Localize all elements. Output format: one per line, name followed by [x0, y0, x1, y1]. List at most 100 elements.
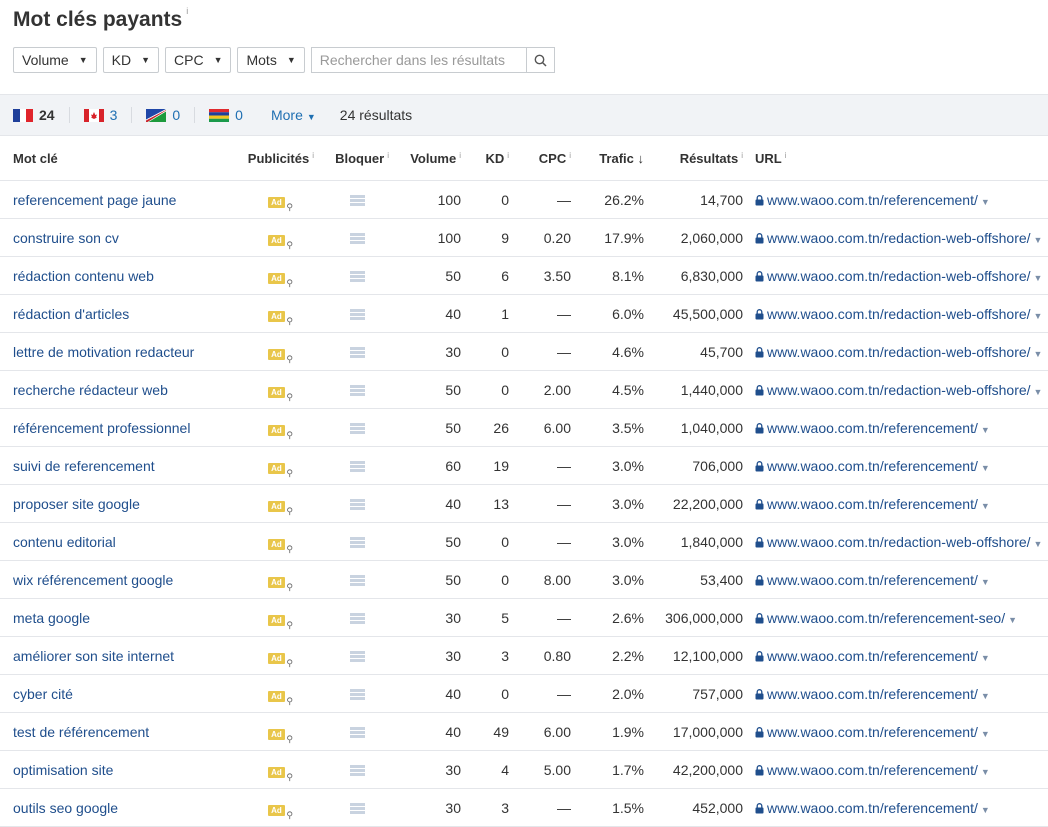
url-link[interactable]: www.waoo.com.tn/referencement/ — [767, 572, 978, 588]
info-icon[interactable]: i — [741, 151, 743, 160]
country-filter-na[interactable]: 0 — [146, 107, 196, 123]
caret-down-icon[interactable]: ▼ — [981, 501, 990, 511]
keyword-link[interactable]: rédaction d'articles — [13, 306, 129, 322]
block-list-icon[interactable] — [350, 613, 365, 625]
block-list-icon[interactable] — [350, 765, 365, 777]
keyword-link[interactable]: referencement page jaune — [13, 192, 176, 208]
url-link[interactable]: www.waoo.com.tn/redaction-web-offshore/ — [767, 230, 1031, 246]
search-input[interactable] — [310, 47, 526, 73]
caret-down-icon[interactable]: ▼ — [981, 767, 990, 777]
search-button[interactable] — [525, 47, 555, 73]
more-countries-button[interactable]: More ▼ — [271, 107, 316, 123]
ad-badge-icon[interactable]: Ad ⚲ — [268, 196, 293, 212]
block-list-icon[interactable] — [350, 803, 365, 815]
keyword-link[interactable]: contenu editorial — [13, 534, 116, 550]
info-icon[interactable]: i — [186, 6, 188, 16]
keyword-link[interactable]: recherche rédacteur web — [13, 382, 168, 398]
keyword-link[interactable]: améliorer son site internet — [13, 648, 174, 664]
caret-down-icon[interactable]: ▼ — [981, 463, 990, 473]
block-list-icon[interactable] — [350, 689, 365, 701]
ad-badge-icon[interactable]: Ad ⚲ — [268, 310, 293, 326]
caret-down-icon[interactable]: ▼ — [981, 197, 990, 207]
keyword-link[interactable]: suivi de referencement — [13, 458, 155, 474]
keyword-link[interactable]: construire son cv — [13, 230, 119, 246]
keyword-link[interactable]: test de référencement — [13, 724, 149, 740]
info-icon[interactable]: i — [569, 151, 571, 160]
ad-badge-icon[interactable]: Ad ⚲ — [268, 386, 293, 402]
column-header-volume[interactable]: Volume i — [395, 136, 467, 181]
ad-badge-icon[interactable]: Ad ⚲ — [268, 804, 293, 820]
url-link[interactable]: www.waoo.com.tn/referencement/ — [767, 686, 978, 702]
ad-badge-icon[interactable]: Ad ⚲ — [268, 234, 293, 250]
info-icon[interactable]: i — [459, 151, 461, 160]
block-list-icon[interactable] — [350, 499, 365, 511]
keyword-link[interactable]: wix référencement google — [13, 572, 173, 588]
block-list-icon[interactable] — [350, 651, 365, 663]
column-header-keyword[interactable]: Mot clé — [0, 136, 233, 181]
keyword-link[interactable]: meta google — [13, 610, 90, 626]
ad-badge-icon[interactable]: Ad ⚲ — [268, 462, 293, 478]
block-list-icon[interactable] — [350, 347, 365, 359]
caret-down-icon[interactable]: ▼ — [981, 805, 990, 815]
block-list-icon[interactable] — [350, 385, 365, 397]
block-list-icon[interactable] — [350, 727, 365, 739]
url-link[interactable]: www.waoo.com.tn/redaction-web-offshore/ — [767, 534, 1031, 550]
ad-badge-icon[interactable]: Ad ⚲ — [268, 576, 293, 592]
url-link[interactable]: www.waoo.com.tn/redaction-web-offshore/ — [767, 306, 1031, 322]
keyword-link[interactable]: référencement professionnel — [13, 420, 190, 436]
url-link[interactable]: www.waoo.com.tn/referencement/ — [767, 420, 978, 436]
caret-down-icon[interactable]: ▼ — [1008, 615, 1017, 625]
info-icon[interactable]: i — [387, 151, 389, 160]
ad-badge-icon[interactable]: Ad ⚲ — [268, 424, 293, 440]
caret-down-icon[interactable]: ▼ — [1034, 539, 1043, 549]
caret-down-icon[interactable]: ▼ — [1034, 349, 1043, 359]
ad-badge-icon[interactable]: Ad ⚲ — [268, 272, 293, 288]
url-link[interactable]: www.waoo.com.tn/referencement/ — [767, 800, 978, 816]
country-filter-ca[interactable]: 3 — [83, 107, 133, 123]
url-link[interactable]: www.waoo.com.tn/redaction-web-offshore/ — [767, 268, 1031, 284]
country-filter-mu[interactable]: 0 — [209, 107, 257, 123]
country-filter-fr[interactable]: 24 — [13, 107, 70, 123]
column-header-block[interactable]: Bloquer i — [320, 136, 395, 181]
block-list-icon[interactable] — [350, 423, 365, 435]
keyword-link[interactable]: proposer site google — [13, 496, 140, 512]
keyword-link[interactable]: cyber cité — [13, 686, 73, 702]
block-list-icon[interactable] — [350, 233, 365, 245]
caret-down-icon[interactable]: ▼ — [1034, 311, 1043, 321]
kd-filter-dropdown[interactable]: KD ▼ — [102, 47, 159, 73]
ad-badge-icon[interactable]: Ad ⚲ — [268, 500, 293, 516]
url-link[interactable]: www.waoo.com.tn/redaction-web-offshore/ — [767, 382, 1031, 398]
url-link[interactable]: www.waoo.com.tn/referencement/ — [767, 724, 978, 740]
block-list-icon[interactable] — [350, 461, 365, 473]
info-icon[interactable]: i — [312, 151, 314, 160]
url-link[interactable]: www.waoo.com.tn/referencement/ — [767, 648, 978, 664]
ad-badge-icon[interactable]: Ad ⚲ — [268, 348, 293, 364]
volume-filter-dropdown[interactable]: Volume ▼ — [13, 47, 97, 73]
column-header-traffic[interactable]: Trafic ↓ — [577, 136, 650, 181]
info-icon[interactable]: i — [507, 151, 509, 160]
column-header-url[interactable]: URL i — [749, 136, 1048, 181]
url-link[interactable]: www.waoo.com.tn/referencement-seo/ — [767, 610, 1005, 626]
url-link[interactable]: www.waoo.com.tn/referencement/ — [767, 458, 978, 474]
url-link[interactable]: www.waoo.com.tn/referencement/ — [767, 762, 978, 778]
cpc-filter-dropdown[interactable]: CPC ▼ — [165, 47, 232, 73]
keyword-link[interactable]: optimisation site — [13, 762, 113, 778]
keyword-link[interactable]: outils seo google — [13, 800, 118, 816]
block-list-icon[interactable] — [350, 309, 365, 321]
column-header-cpc[interactable]: CPC i — [515, 136, 577, 181]
block-list-icon[interactable] — [350, 195, 365, 207]
url-link[interactable]: www.waoo.com.tn/redaction-web-offshore/ — [767, 344, 1031, 360]
block-list-icon[interactable] — [350, 537, 365, 549]
caret-down-icon[interactable]: ▼ — [1034, 387, 1043, 397]
caret-down-icon[interactable]: ▼ — [981, 729, 990, 739]
ad-badge-icon[interactable]: Ad ⚲ — [268, 538, 293, 554]
block-list-icon[interactable] — [350, 271, 365, 283]
keyword-link[interactable]: lettre de motivation redacteur — [13, 344, 194, 360]
ad-badge-icon[interactable]: Ad ⚲ — [268, 728, 293, 744]
caret-down-icon[interactable]: ▼ — [981, 653, 990, 663]
words-filter-dropdown[interactable]: Mots ▼ — [237, 47, 305, 73]
caret-down-icon[interactable]: ▼ — [1034, 235, 1043, 245]
info-icon[interactable]: i — [785, 151, 787, 160]
url-link[interactable]: www.waoo.com.tn/referencement/ — [767, 496, 978, 512]
ad-badge-icon[interactable]: Ad ⚲ — [268, 652, 293, 668]
